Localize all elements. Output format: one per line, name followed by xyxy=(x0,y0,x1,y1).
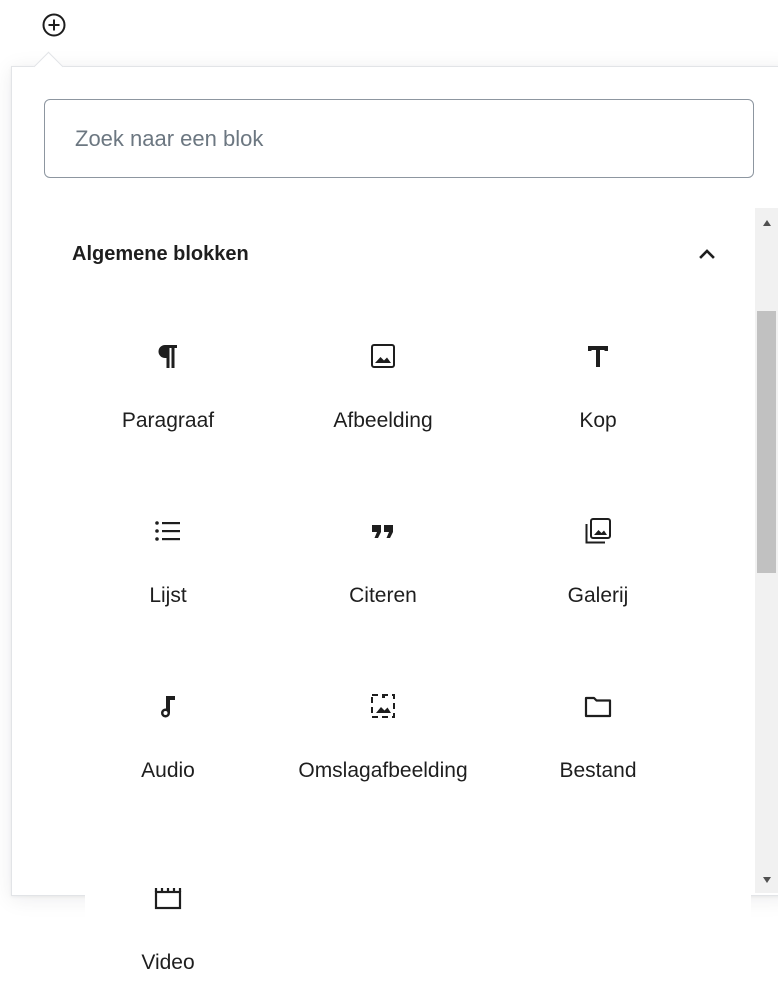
quote-icon xyxy=(361,509,405,553)
block-results-panel: Algemene blokken Paragraaf Afbeelding Ko… xyxy=(72,210,751,989)
block-label: Kop xyxy=(579,409,617,432)
image-icon xyxy=(361,334,405,378)
block-label: Video xyxy=(141,951,195,974)
scroll-down-button[interactable] xyxy=(755,869,778,891)
block-label: Afbeelding xyxy=(333,409,433,432)
triangle-up-icon xyxy=(762,220,771,226)
block-label: Lijst xyxy=(149,584,187,607)
block-label: Citeren xyxy=(349,584,417,607)
triangle-down-icon xyxy=(762,877,771,883)
heading-icon xyxy=(576,334,620,378)
block-item-paragraph[interactable]: Paragraaf xyxy=(68,334,268,434)
block-item-cover[interactable]: Omslagafbeelding xyxy=(283,684,483,784)
block-item-audio[interactable]: Audio xyxy=(68,684,268,784)
add-block-button[interactable] xyxy=(37,8,71,42)
paragraph-icon xyxy=(146,334,190,378)
results-scrollbar[interactable] xyxy=(755,208,778,893)
search-wrapper xyxy=(44,99,754,178)
block-label: Galerij xyxy=(567,584,629,607)
block-label: Paragraaf xyxy=(121,409,215,432)
file-icon xyxy=(576,684,620,728)
gallery-icon xyxy=(576,509,620,553)
block-item-list[interactable]: Lijst xyxy=(68,509,268,609)
block-label: Bestand xyxy=(559,759,637,782)
block-item-image[interactable]: Afbeelding xyxy=(283,334,483,434)
block-item-heading[interactable]: Kop xyxy=(498,334,698,434)
block-label: Omslagafbeelding xyxy=(298,759,468,782)
audio-icon xyxy=(146,684,190,728)
block-label: Audio xyxy=(141,759,195,782)
block-item-file[interactable]: Bestand xyxy=(498,684,698,784)
chevron-up-icon xyxy=(699,249,715,259)
block-search-input[interactable] xyxy=(44,99,754,178)
video-icon xyxy=(146,876,190,920)
list-icon xyxy=(146,509,190,553)
panel-title: Algemene blokken xyxy=(72,242,249,265)
panel-header: Algemene blokken xyxy=(72,236,715,272)
scroll-up-button[interactable] xyxy=(755,212,778,234)
panel-collapse-button[interactable] xyxy=(690,237,724,271)
block-item-quote[interactable]: Citeren xyxy=(283,509,483,609)
scroll-thumb[interactable] xyxy=(757,311,776,573)
plus-circle-icon xyxy=(42,13,66,37)
block-item-gallery[interactable]: Galerij xyxy=(498,509,698,609)
block-item-video[interactable]: Video xyxy=(68,876,268,976)
cover-icon xyxy=(361,684,405,728)
